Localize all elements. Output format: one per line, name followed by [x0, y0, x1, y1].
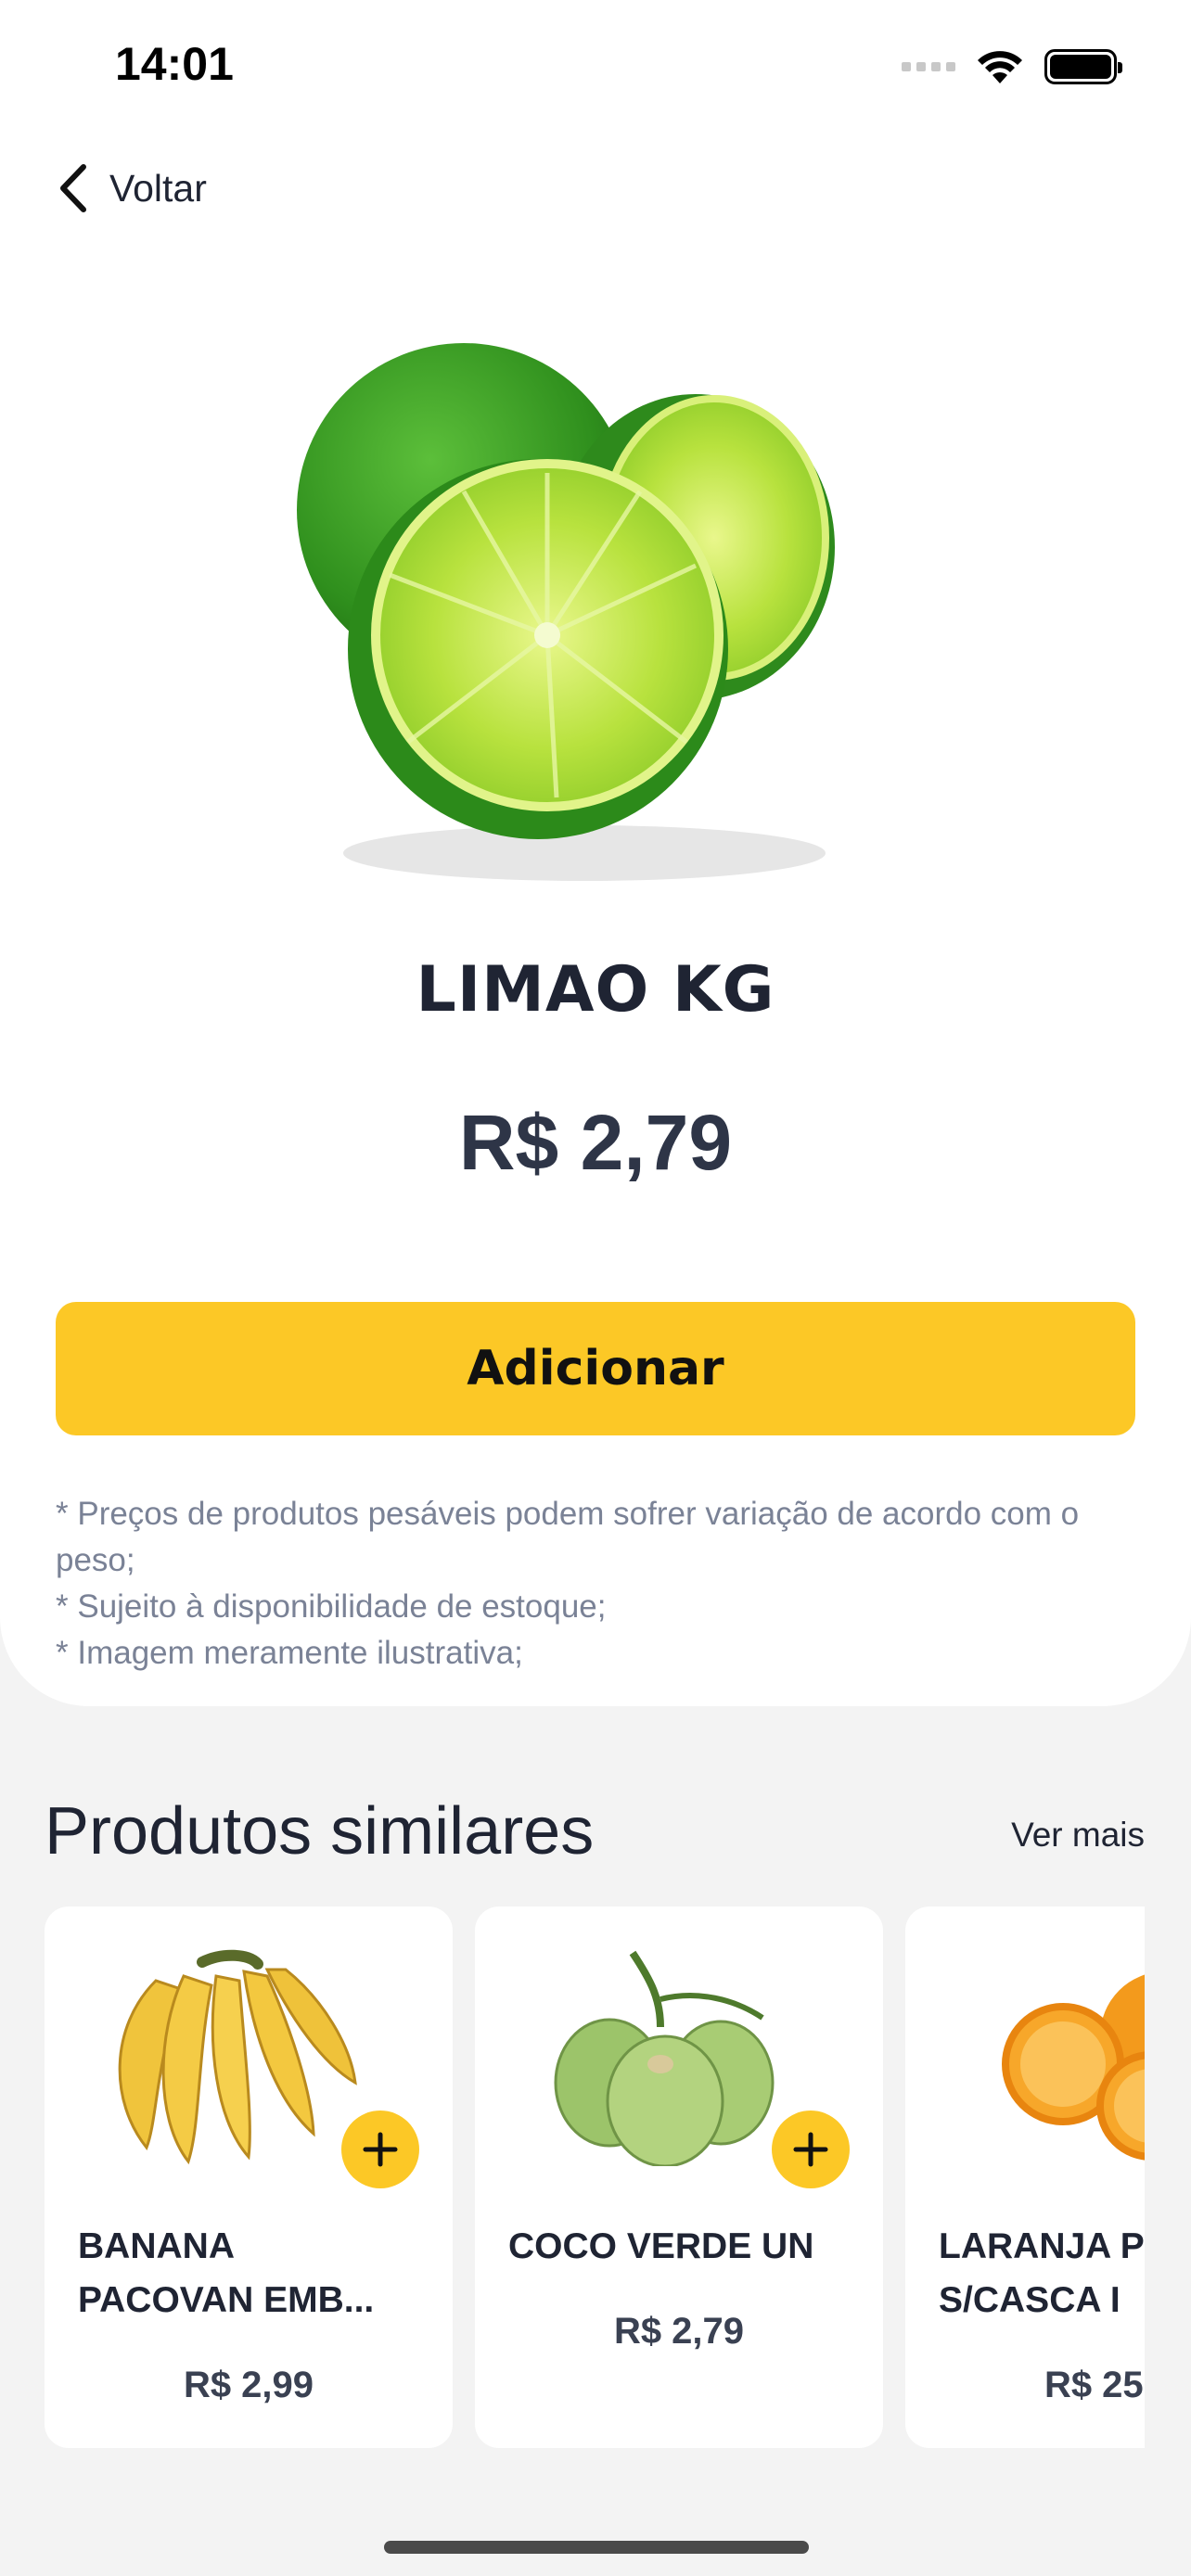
disclaimer-stock: * Sujeito à disponibilidade de estoque;: [56, 1588, 607, 1625]
plus-icon: [363, 2132, 398, 2167]
similar-products-carousel[interactable]: BANANA PACOVAN EMB... R$ 2,99 COCO VERDE…: [45, 1906, 1145, 2448]
product-card-name-line1: LARANJA P: [939, 2226, 1145, 2266]
battery-icon: [1044, 49, 1122, 84]
back-button[interactable]: Voltar: [58, 163, 207, 213]
status-icons: [902, 48, 1122, 85]
product-card-banana[interactable]: BANANA PACOVAN EMB... R$ 2,99: [45, 1906, 453, 2448]
coconut-image: [554, 1950, 775, 2166]
product-card-name: LARANJA P S/CASCA I: [939, 2220, 1145, 2327]
product-price: R$ 2,79: [458, 1099, 733, 1186]
product-card-name-line1: BANANA: [78, 2226, 235, 2266]
plus-icon: [793, 2132, 828, 2167]
see-more-link[interactable]: Ver mais: [1011, 1816, 1145, 1855]
product-card-price: R$ 2,79: [613, 2311, 745, 2352]
wifi-icon: [978, 51, 1022, 83]
banana-image: [118, 1949, 357, 2165]
product-card-price: R$ 25,9: [1044, 2365, 1145, 2405]
cellular-signal-icon: [902, 62, 955, 71]
product-title: LIMAO KG: [416, 953, 775, 1027]
home-indicator[interactable]: [384, 2541, 809, 2554]
product-card-orange[interactable]: LARANJA P S/CASCA I R$ 25,9: [905, 1906, 1145, 2448]
disclaimer-image: * Imagem meramente ilustrativa;: [56, 1635, 523, 1671]
lime-image: [297, 343, 835, 881]
product-card-name-line2: PACOVAN EMB...: [78, 2280, 375, 2320]
add-coconut-button[interactable]: [772, 2111, 850, 2188]
product-card-name-line1: COCO VERDE UN: [508, 2226, 814, 2266]
status-time: 14:01: [115, 38, 234, 90]
product-card-name-line2: S/CASCA I: [939, 2280, 1121, 2320]
back-label: Voltar: [109, 166, 207, 210]
product-card-name: BANANA PACOVAN EMB...: [78, 2220, 430, 2327]
similar-products-title: Produtos similares: [45, 1794, 595, 1868]
product-card-coconut[interactable]: COCO VERDE UN R$ 2,79: [475, 1906, 883, 2448]
add-banana-button[interactable]: [341, 2111, 419, 2188]
product-card-name: COCO VERDE UN: [508, 2220, 861, 2274]
product-card-price: R$ 2,99: [183, 2365, 314, 2405]
orange-image: [1002, 1974, 1145, 2161]
disclaimer-weight: * Preços de produtos pesáveis podem sofr…: [56, 1496, 1080, 1578]
disclaimer: * Preços de produtos pesáveis podem sofr…: [56, 1491, 1135, 1677]
add-to-cart-button[interactable]: Adicionar: [56, 1302, 1135, 1435]
chevron-left-icon: [60, 164, 86, 212]
